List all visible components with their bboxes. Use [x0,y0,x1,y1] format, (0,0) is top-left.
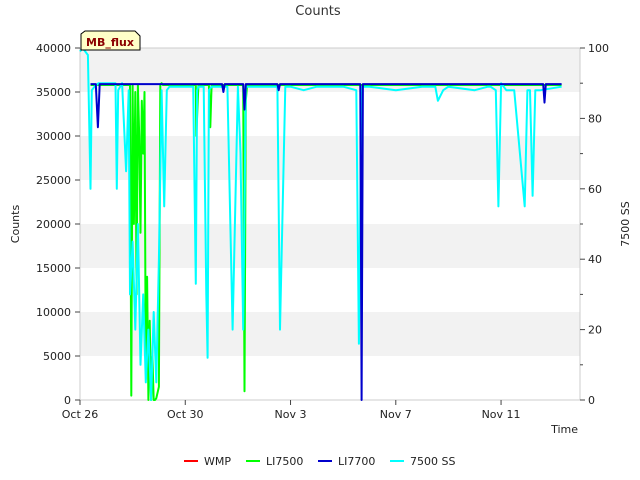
grid-band [80,136,580,180]
y-tick-label: 40000 [36,42,71,55]
y-tick-label: 5000 [43,350,71,363]
legend-label: LI7700 [338,455,375,468]
station-badge-label: MB_flux [86,36,134,49]
grid-band [80,224,580,268]
grid-band [80,268,580,312]
x-tick-label: Oct 26 [62,408,99,421]
legend-label: LI7500 [266,455,303,468]
x-tick-label: Oct 30 [167,408,204,421]
y2-tick-label: 60 [588,183,602,196]
y-tick-label: 20000 [36,218,71,231]
legend-label: WMP [204,455,231,468]
grid-band [80,92,580,136]
x-tick-label: Nov 7 [380,408,412,421]
x-tick-label: Nov 11 [482,408,521,421]
y-tick-label: 15000 [36,262,71,275]
x-tick-label: Nov 3 [275,408,307,421]
y2-tick-label: 40 [588,253,602,266]
counts-chart: Oct 26 Oct 30 Nov 3 Nov 7 Nov 11 0 5000 10000 1… [0,0,640,480]
y-tick-label: 30000 [36,130,71,143]
y-tick-label: 0 [64,394,71,407]
y2-tick-label: 100 [588,42,609,55]
y2-axis-title: 7500 SS [619,201,632,246]
y-tick-label: 35000 [36,86,71,99]
y2-tick-label: 20 [588,324,602,337]
x-axis-title: Time [550,423,578,436]
y-tick-label: 10000 [36,306,71,319]
legend-label: 7500 SS [410,455,455,468]
y2-tick-label: 80 [588,112,602,125]
grid-band [80,180,580,224]
station-badge: MB_flux [80,30,141,51]
y-axis-title: Counts [9,205,22,244]
y-tick-label: 25000 [36,174,71,187]
chart-title: Counts [295,4,341,19]
y2-tick-label: 0 [588,394,595,407]
